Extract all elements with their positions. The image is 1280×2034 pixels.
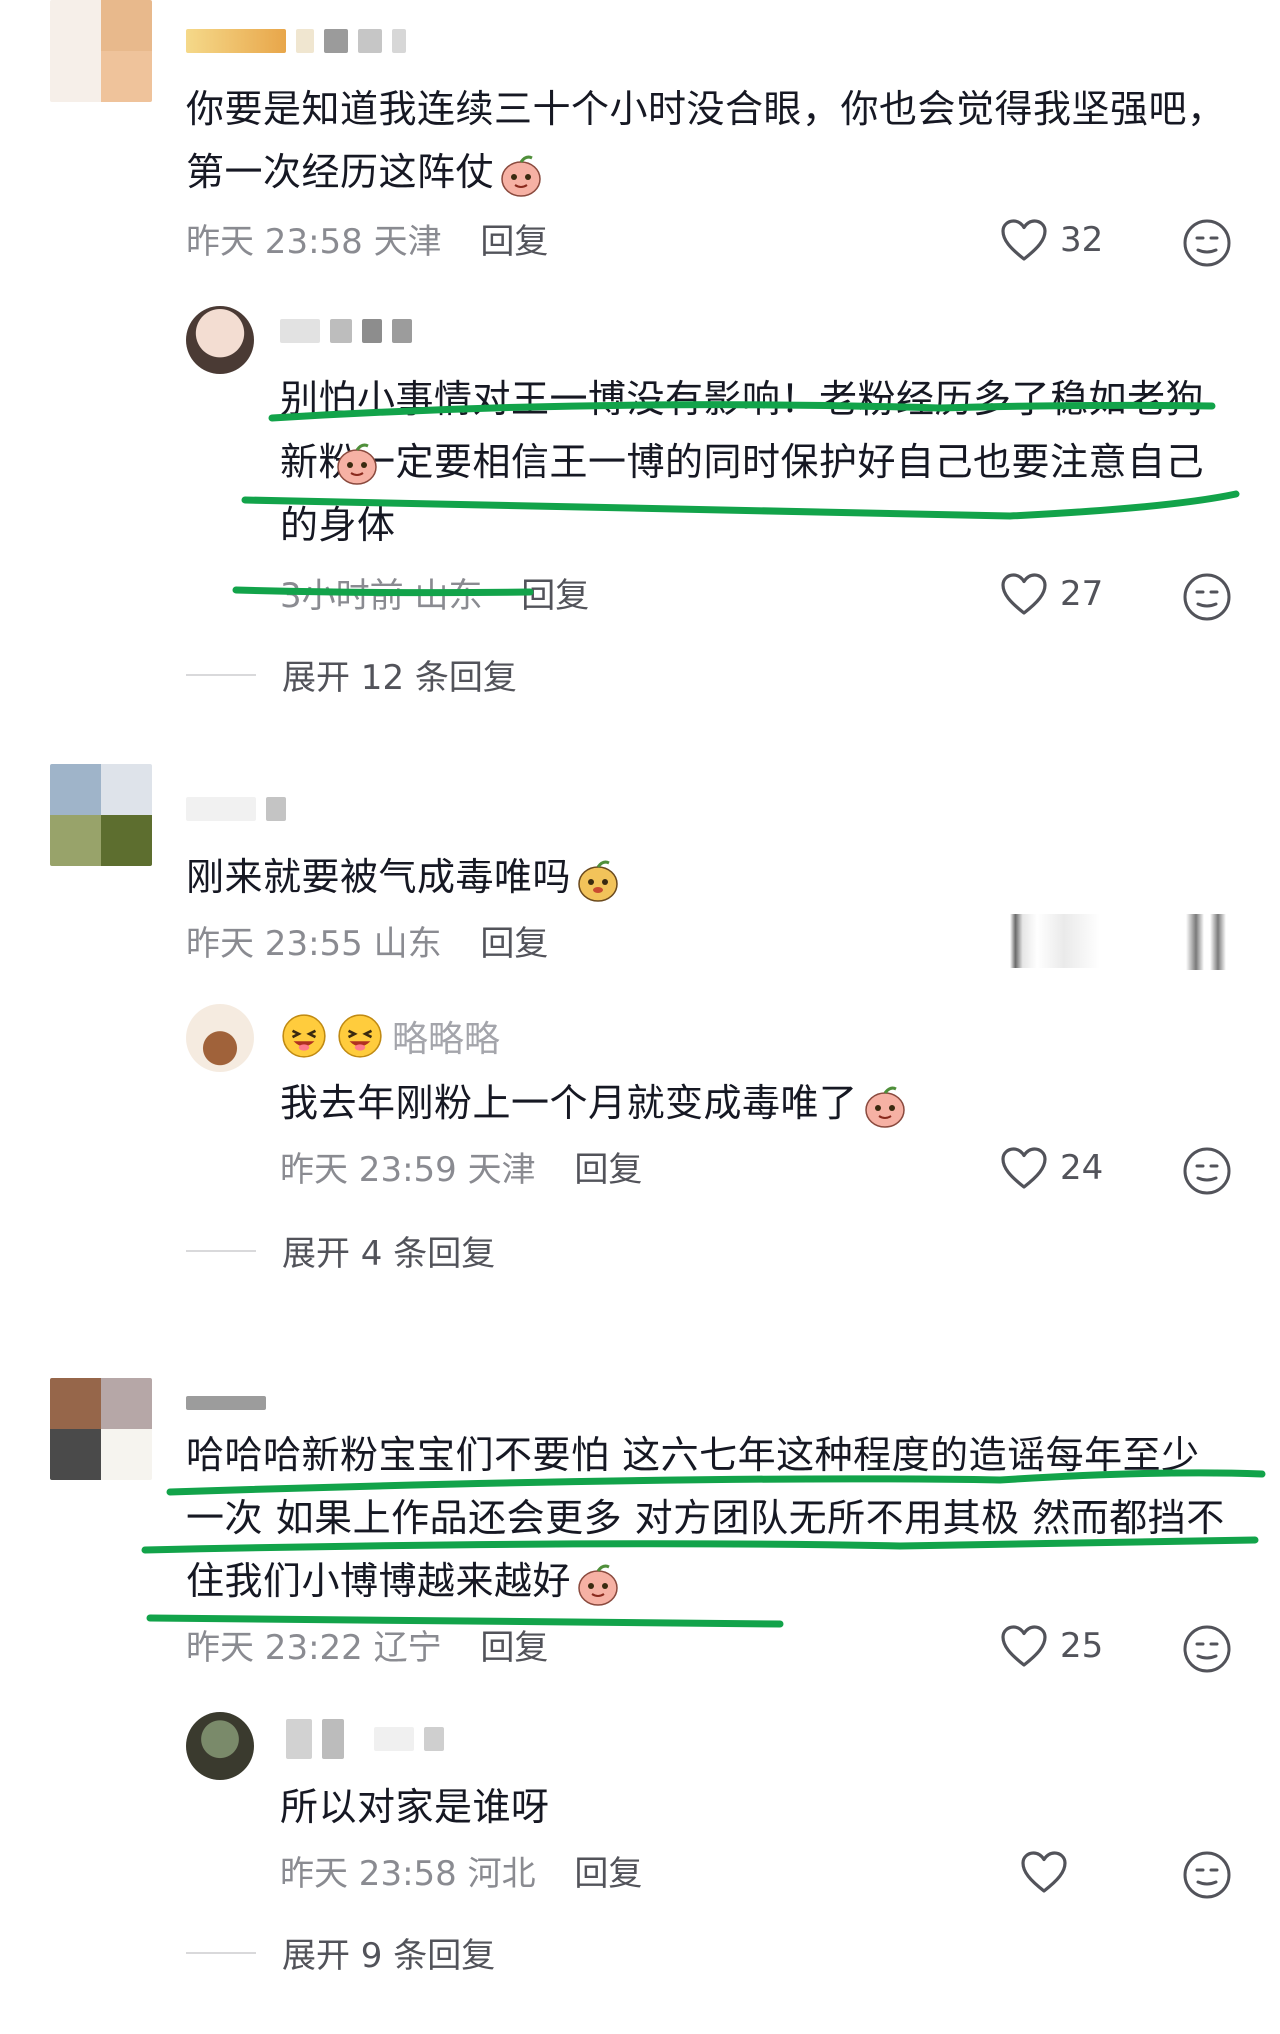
like-button[interactable]: 24 — [1000, 1146, 1103, 1190]
username-blurred[interactable] — [186, 790, 286, 828]
emoji-icon — [575, 857, 621, 903]
location: 天津 — [373, 222, 442, 262]
reply-avatar[interactable] — [186, 1712, 254, 1780]
timestamp: 昨天 23:55 — [186, 924, 363, 964]
comment-meta: 昨天 23:22 辽宁 回复 — [186, 1628, 548, 1668]
reply-meta: 昨天 23:59 天津 回复 — [280, 1150, 642, 1190]
like-button[interactable] — [1020, 1850, 1068, 1894]
avatar[interactable] — [50, 0, 152, 102]
heart-icon — [1000, 1624, 1048, 1668]
like-button-blurred[interactable] — [1010, 914, 1100, 968]
reply-username-blurred[interactable] — [280, 312, 412, 350]
reply-avatar[interactable] — [186, 1004, 254, 1072]
laughing-emoji-icon — [280, 1012, 328, 1060]
location: 山东 — [414, 576, 483, 616]
location: 辽宁 — [373, 1628, 442, 1668]
emoji-reaction-icon[interactable] — [1182, 572, 1232, 622]
reply-text: 我去年刚粉上一个月就变成毒唯了 — [280, 1072, 1230, 1135]
heart-icon — [1000, 1146, 1048, 1190]
avatar[interactable] — [50, 1378, 152, 1480]
timestamp: 昨天 23:58 — [280, 1854, 457, 1894]
reply-text: 别怕小事情对王一博没有影响！老粉经历多了稳如老狗新粉一定要相信王一博的同时保护好… — [280, 377, 1205, 547]
reply-username-blurred[interactable] — [286, 1719, 444, 1759]
emoji-reaction-icon[interactable] — [1182, 1146, 1232, 1196]
username-blurred[interactable] — [186, 22, 406, 60]
emoji-icon — [498, 152, 544, 198]
emoji-reaction-icon[interactable] — [1182, 218, 1232, 268]
timestamp: 昨天 23:59 — [280, 1150, 457, 1190]
reply-meta: 昨天 23:58 河北 回复 — [280, 1854, 642, 1894]
expand-replies-button[interactable]: 展开 12 条回复 — [186, 650, 517, 699]
reply-button[interactable]: 回复 — [480, 924, 548, 964]
emoji-icon — [575, 1561, 621, 1607]
emoji-icon — [862, 1083, 908, 1129]
reply-button[interactable]: 回复 — [521, 576, 589, 616]
emoji-reaction-blurred[interactable] — [1186, 914, 1226, 970]
comment-meta: 昨天 23:55 山东 回复 — [186, 924, 548, 964]
like-count: 24 — [1060, 1148, 1104, 1188]
heart-icon — [1000, 218, 1048, 262]
timestamp: 3小时前 — [280, 576, 404, 616]
reply-meta: 3小时前 山东 回复 — [280, 576, 589, 616]
expand-replies-button[interactable]: 展开 4 条回复 — [186, 1226, 495, 1275]
reply-button[interactable]: 回复 — [574, 1150, 642, 1190]
location: 山东 — [373, 924, 442, 964]
comment-text: 哈哈哈新粉宝宝们不要怕 这六七年这种程度的造谣每年至少一次 如果上作品还会更多 … — [186, 1424, 1236, 1613]
emoji-reaction-icon[interactable] — [1182, 1850, 1232, 1900]
comment-text: 你要是知道我连续三十个小时没合眼，你也会觉得我坚强吧，第一次经历这阵仗 — [186, 78, 1226, 204]
comment-text: 刚来就要被气成毒唯吗 — [186, 846, 1226, 909]
avatar[interactable] — [50, 764, 152, 866]
like-count: 32 — [1060, 220, 1104, 260]
reply-button[interactable]: 回复 — [480, 222, 548, 262]
reply-text: 所以对家是谁呀 — [280, 1785, 550, 1829]
laughing-emoji-icon — [336, 1012, 384, 1060]
like-button[interactable]: 27 — [1000, 572, 1103, 616]
location: 河北 — [467, 1854, 536, 1894]
expand-replies-button[interactable]: 展开 9 条回复 — [186, 1928, 495, 1977]
like-count: 25 — [1060, 1626, 1104, 1666]
like-count: 27 — [1060, 574, 1104, 614]
reply-button[interactable]: 回复 — [480, 1628, 548, 1668]
timestamp: 昨天 23:22 — [186, 1628, 363, 1668]
like-button[interactable]: 25 — [1000, 1624, 1103, 1668]
username-blurred[interactable] — [186, 1384, 266, 1422]
emoji-reaction-icon[interactable] — [1182, 1624, 1232, 1674]
comment-meta: 昨天 23:58 天津 回复 — [186, 222, 548, 262]
like-button[interactable]: 32 — [1000, 218, 1103, 262]
reply-button[interactable]: 回复 — [574, 1854, 642, 1894]
reply-username[interactable]: 略略略 — [280, 1012, 500, 1060]
timestamp: 昨天 23:58 — [186, 222, 363, 262]
reply-avatar[interactable] — [186, 306, 254, 374]
heart-icon — [1020, 1850, 1068, 1894]
emoji-icon — [334, 440, 380, 486]
heart-icon — [1000, 572, 1048, 616]
location: 天津 — [467, 1150, 536, 1190]
